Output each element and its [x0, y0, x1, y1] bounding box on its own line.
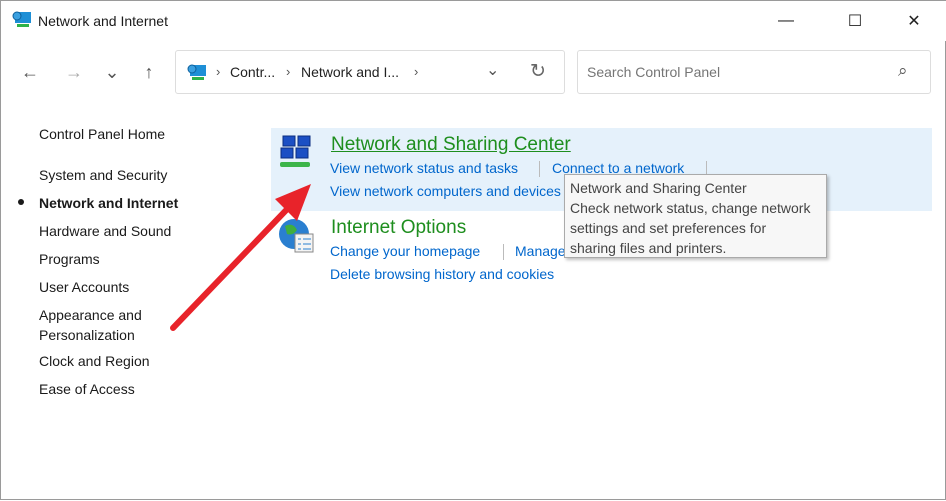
arrow-shaft — [170, 200, 296, 331]
annotation-arrow — [170, 184, 311, 331]
